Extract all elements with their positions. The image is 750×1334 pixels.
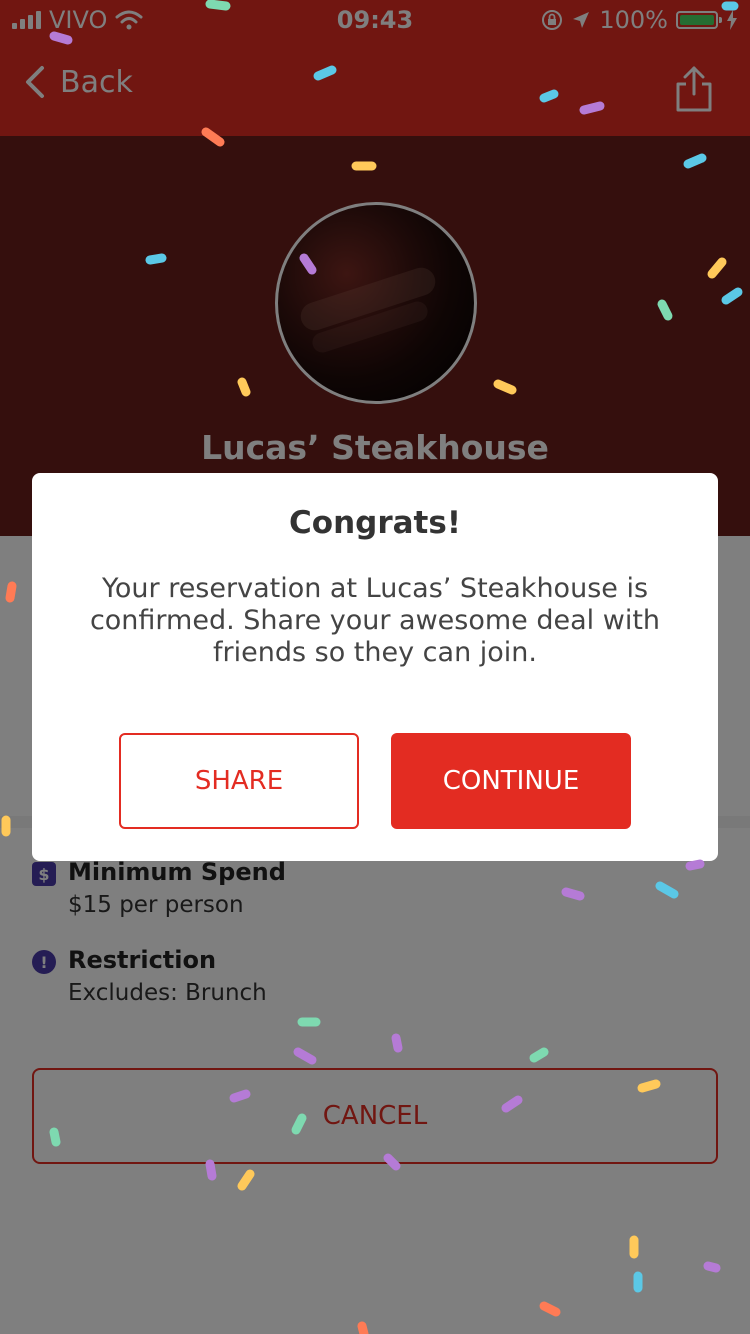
- dialog-message: Your reservation at Lucas’ Steakhouse is…: [89, 573, 661, 668]
- share-button[interactable]: SHARE: [119, 733, 359, 829]
- app-screen: VIVO 09:43 100%: [0, 0, 750, 1334]
- confirmation-dialog: Congrats! Your reservation at Lucas’ Ste…: [32, 473, 718, 861]
- dialog-title: Congrats!: [289, 505, 461, 541]
- continue-button[interactable]: CONTINUE: [391, 733, 631, 829]
